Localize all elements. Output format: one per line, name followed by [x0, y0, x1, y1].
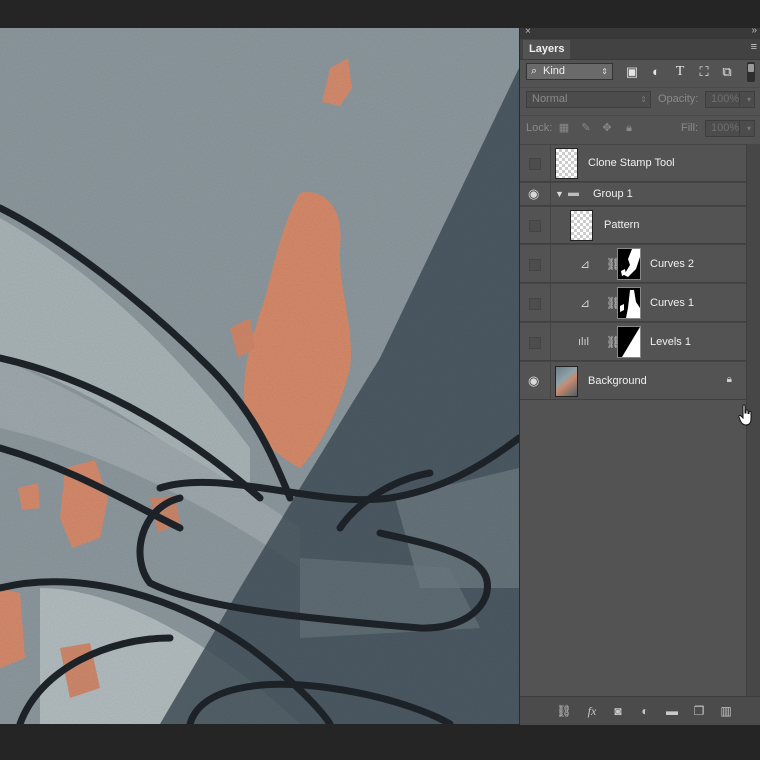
levels-adjustment-icon: ılıl: [578, 336, 589, 348]
search-icon: ⌕: [531, 65, 538, 77]
layers-panel: × » Layers ≡ ⌕ Kind ⇕ ▣ ◐ T ⛶ ⧉ Normal ⇕…: [519, 25, 760, 725]
blend-mode-select[interactable]: Normal ⇕: [526, 91, 651, 108]
layer-mask-thumbnail[interactable]: [617, 287, 641, 319]
lock-label: Lock:: [526, 122, 553, 134]
delete-layer-icon[interactable]: ▥: [718, 703, 734, 719]
document-canvas[interactable]: [0, 28, 519, 724]
shape-filter-icon[interactable]: ⛶: [696, 64, 712, 80]
layer-name: Background: [588, 375, 647, 387]
layer-row-group-1[interactable]: ◉ ▼ ▬ Group 1: [520, 182, 746, 206]
layer-mask-thumbnail[interactable]: [617, 326, 641, 358]
panel-menu-icon[interactable]: ≡: [751, 41, 757, 53]
visibility-off-box[interactable]: [529, 259, 541, 271]
collapse-panel-icon[interactable]: »: [751, 25, 756, 36]
layers-list: Clone Stamp Tool ◉ ▼ ▬ Group 1 Pattern ⊿…: [520, 144, 746, 696]
bottom-bar: [0, 724, 760, 760]
image-filter-icon[interactable]: ▣: [624, 64, 640, 80]
layer-name: Pattern: [604, 219, 640, 231]
lock-row: Lock: ▦ ✎ ✥ 🔒︎ Fill: 100% ▾: [520, 115, 760, 140]
top-bar: [0, 0, 760, 28]
opacity-value: 100%: [711, 93, 740, 105]
hand-cursor-icon: [738, 404, 752, 426]
expand-triangle-icon[interactable]: ▼: [555, 189, 564, 199]
layer-thumbnail-transparent: [555, 148, 578, 179]
adjustment-filter-icon[interactable]: ◐: [648, 64, 664, 80]
fx-icon[interactable]: fx: [584, 703, 600, 719]
layer-thumbnail-transparent: [570, 210, 593, 241]
filter-toggle[interactable]: [747, 62, 755, 82]
link-chain-icon[interactable]: ⛓︎: [606, 296, 621, 310]
filter-row: ⌕ Kind ⇕ ▣ ◐ T ⛶ ⧉: [520, 59, 760, 85]
panel-header-strip: × »: [520, 25, 760, 39]
updown-arrow-icon: ⇕: [640, 95, 647, 104]
opacity-label: Opacity:: [658, 93, 699, 105]
blend-row: Normal ⇕ Opacity: 100% ▾: [520, 87, 760, 112]
lock-all-icon[interactable]: 🔒︎: [623, 122, 635, 134]
visibility-cell[interactable]: [520, 207, 551, 243]
layer-row-curves-2[interactable]: ⊿ ⛓︎ Curves 2: [520, 244, 746, 283]
visibility-off-box[interactable]: [529, 298, 541, 310]
new-adjustment-icon[interactable]: ◐: [637, 703, 653, 719]
layer-row-background[interactable]: ◉ Background 🔒︎: [520, 361, 746, 400]
filter-kind-select[interactable]: ⌕ Kind ⇕: [526, 63, 613, 80]
fill-field[interactable]: 100% ▾: [705, 120, 755, 137]
visibility-cell[interactable]: [520, 245, 551, 282]
lock-image-pixels-icon[interactable]: ✎: [580, 122, 592, 134]
tab-layers[interactable]: Layers: [523, 40, 571, 59]
layer-name: Curves 2: [650, 258, 695, 270]
smart-object-filter-icon[interactable]: ⧉: [719, 64, 735, 80]
layer-name: Group 1: [593, 188, 633, 200]
visibility-cell[interactable]: [520, 284, 551, 321]
curves-adjustment-icon: ⊿: [580, 296, 591, 310]
visibility-cell[interactable]: ◉: [520, 183, 551, 205]
layer-name: Clone Stamp Tool: [588, 157, 675, 169]
type-filter-icon[interactable]: T: [672, 64, 688, 80]
lock-position-icon[interactable]: ✥: [601, 122, 613, 134]
eye-icon[interactable]: ◉: [528, 374, 541, 387]
visibility-cell[interactable]: [520, 145, 551, 181]
layer-thumbnail-photo: [555, 366, 578, 397]
layer-row-pattern[interactable]: Pattern: [520, 206, 746, 244]
fill-value: 100%: [711, 122, 740, 134]
new-layer-icon[interactable]: ❐: [691, 703, 707, 719]
visibility-off-box[interactable]: [529, 337, 541, 349]
link-chain-icon[interactable]: ⛓︎: [606, 257, 621, 271]
layers-bottom-toolbar: ⛓︎ fx ◙ ◐ ▬ ❐ ▥: [520, 696, 760, 725]
blend-mode-value: Normal: [532, 93, 568, 105]
eye-icon[interactable]: ◉: [528, 187, 541, 200]
layer-row-clone-stamp-tool[interactable]: Clone Stamp Tool: [520, 144, 746, 182]
visibility-cell[interactable]: [520, 323, 551, 360]
layer-mask-thumbnail[interactable]: [617, 248, 641, 280]
link-layers-icon[interactable]: ⛓︎: [556, 703, 572, 719]
visibility-off-box[interactable]: [529, 220, 541, 232]
layer-name: Curves 1: [650, 297, 695, 309]
chevron-down-icon[interactable]: ▾: [747, 92, 751, 107]
close-panel-icon[interactable]: ×: [525, 26, 531, 37]
lock-icon: 🔒︎: [726, 374, 732, 385]
opacity-field[interactable]: 100% ▾: [705, 91, 755, 108]
link-chain-icon[interactable]: ⛓︎: [606, 335, 621, 349]
panel-tab-row: Layers ≡: [520, 39, 760, 60]
layer-row-curves-1[interactable]: ⊿ ⛓︎ Curves 1: [520, 283, 746, 322]
folder-icon: ▬: [568, 187, 579, 199]
visibility-off-box[interactable]: [529, 158, 541, 170]
chevron-down-icon[interactable]: ▾: [747, 121, 751, 136]
layer-name: Levels 1: [650, 336, 691, 348]
layer-row-levels-1[interactable]: ılıl ⛓︎ Levels 1: [520, 322, 746, 361]
photo-graffiti-wall: [0, 28, 519, 724]
updown-arrow-icon: ⇕: [601, 67, 608, 76]
new-group-icon[interactable]: ▬: [664, 703, 680, 719]
filter-kind-label: Kind: [543, 65, 566, 77]
curves-adjustment-icon: ⊿: [580, 257, 591, 271]
add-mask-icon[interactable]: ◙: [610, 703, 626, 719]
lock-transparent-pixels-icon[interactable]: ▦: [558, 122, 570, 134]
fill-label: Fill:: [681, 122, 699, 134]
visibility-cell[interactable]: ◉: [520, 362, 551, 399]
